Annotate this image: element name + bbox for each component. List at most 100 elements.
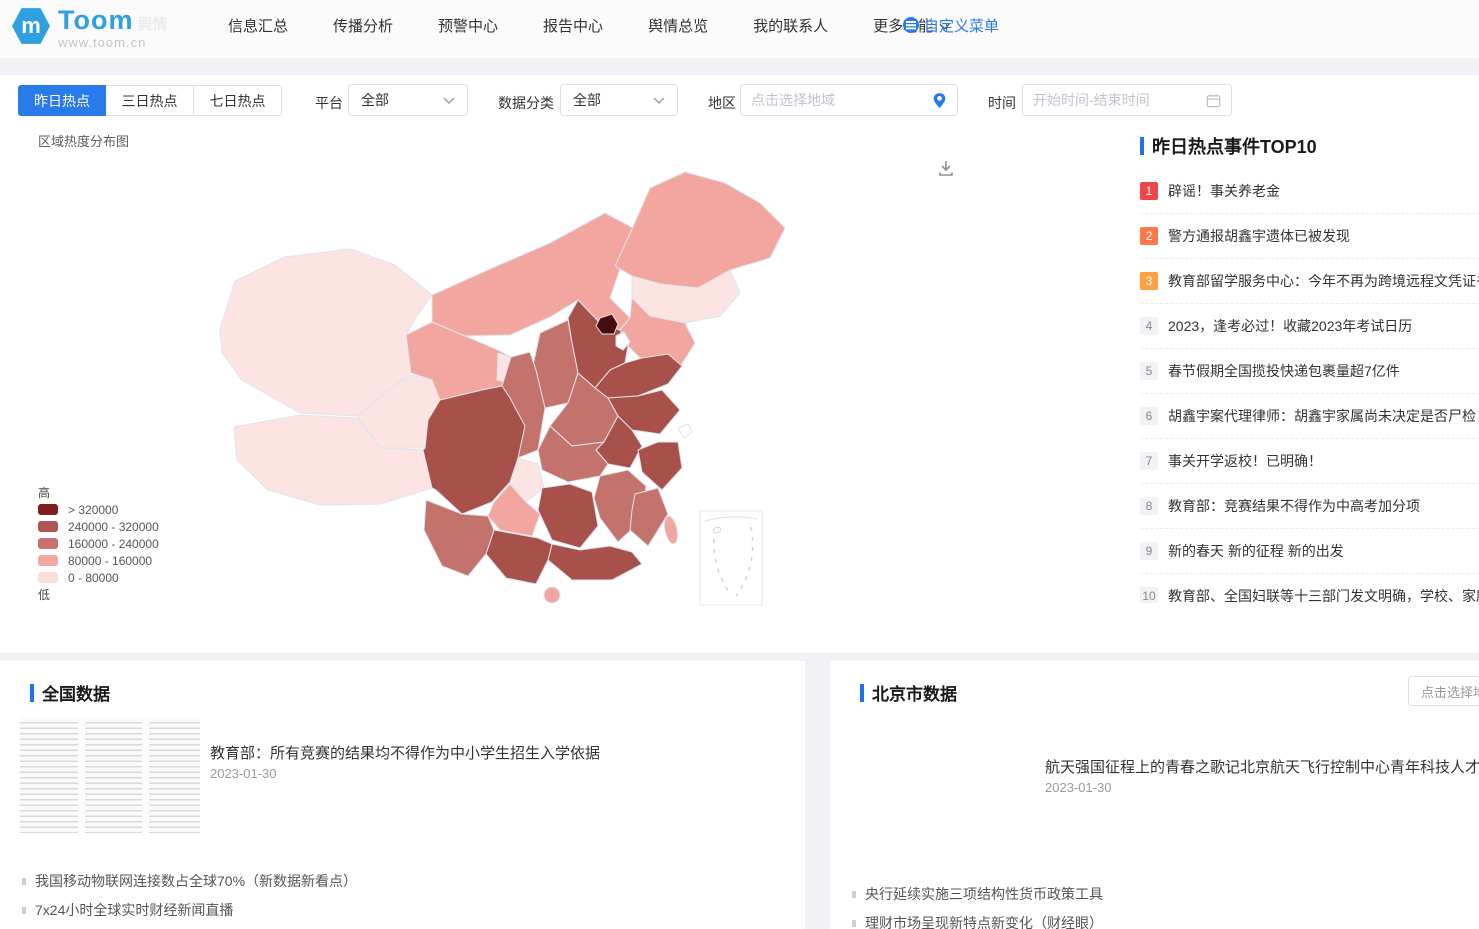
top10-item-text: 教育部留学服务中心：今年不再为跨境远程文凭证书提供认证 [1168,271,1479,291]
top10-item-text: 2023，逢考必过！收藏2023年考试日历 [1168,316,1412,336]
legend-label: 160000 - 240000 [68,537,159,551]
legend-high-label: 高 [38,484,159,501]
top-nav-bar: m Toom舆情 www.toom.cn 信息汇总 传播分析 预警中心 报告中心 舆情总… [0,0,1479,58]
tab-昨日热点[interactable]: 昨日热点 [18,85,106,116]
rank-badge: 8 [1140,497,1158,515]
platform-select[interactable]: 全部 [348,84,468,116]
bullet-icon [852,920,856,927]
province-zhejiang[interactable] [638,442,682,490]
top10-item[interactable]: 5 春节假期全国揽投快递包裹量超7亿件 [1140,349,1479,394]
top10-item[interactable]: 1 辟谣！事关养老金 [1140,169,1479,214]
top10-item[interactable]: 7 事关开学返校！已明确！ [1140,439,1479,484]
tab-七日热点[interactable]: 七日热点 [194,85,282,116]
legend-swatch [38,572,58,583]
platform-label: 平台 [315,93,343,113]
news-list-item[interactable]: 7x24小时全球实时财经新闻直播 [22,900,233,920]
section-accent-bar [860,684,864,702]
brand-name: Toom [58,5,133,35]
top10-title: 昨日热点事件TOP10 [1152,133,1317,159]
national-data-card: 全国数据 教育部：所有竞赛的结果均不得作为中小学生招生入学依据 2023-01-… [0,661,805,929]
top10-item-text: 辟谣！事关养老金 [1168,181,1280,201]
legend-swatch [38,555,58,566]
south-china-sea-inset [700,511,762,605]
period-tabs: 昨日热点三日热点七日热点 [18,85,282,116]
rank-badge: 6 [1140,407,1158,425]
rank-badge: 2 [1140,227,1158,245]
legend-row: 160000 - 240000 [38,535,159,552]
legend-swatch [38,521,58,532]
rank-badge: 5 [1140,362,1158,380]
brand-logo[interactable]: m Toom舆情 www.toom.cn [12,7,168,49]
map-legend: 高 > 320000 240000 - 320000 160000 - 240000… [38,484,159,603]
select-region-button[interactable]: 点击选择地域 [1408,676,1479,706]
nav-item[interactable]: 信息汇总 [228,15,288,36]
article-title[interactable]: 教育部：所有竞赛的结果均不得作为中小学生招生入学依据 [210,742,600,763]
top10-item-text: 教育部、全国妇联等十三部门发文明确，学校、家庭、社会 [1168,586,1479,603]
china-heatmap[interactable] [180,158,800,620]
news-list-item[interactable]: 我国移动物联网连接数占全球70%（新数据新看点） [22,871,357,891]
top10-item[interactable]: 10教育部、全国妇联等十三部门发文明确，学校、家庭、社会 [1140,574,1479,603]
tab-三日热点[interactable]: 三日热点 [106,85,194,116]
province-heilongjiang[interactable] [615,172,785,288]
article-date: 2023-01-30 [210,766,277,781]
beijing-data-card: 北京市数据 点击选择地域 航天强国征程上的青春之歌记北京航天飞行控制中心青年科技… [830,661,1479,929]
top10-item-text: 警方通报胡鑫宇遗体已被发现 [1168,226,1350,246]
legend-label: 240000 - 320000 [68,520,159,534]
legend-label: 0 - 80000 [68,571,119,585]
top10-panel: 昨日热点事件TOP10 1 辟谣！事关养老金 2 警方通报胡鑫宇遗体已被发现 3 教育部留… [1140,133,1479,603]
top10-item-text: 新的春天 新的征程 新的出发 [1168,541,1344,561]
top10-item[interactable]: 8 教育部：竞赛结果不得作为中高考加分项 [1140,484,1479,529]
legend-low-label: 低 [38,586,159,603]
bullet-icon [22,907,26,914]
custom-menu-button[interactable]: 自定义菜单 [903,0,999,50]
top10-item-text: 教育部：竞赛结果不得作为中高考加分项 [1168,496,1420,516]
brand-url: www.toom.cn [58,36,168,49]
region-input[interactable]: 点击选择地域 [740,84,958,116]
category-select[interactable]: 全部 [560,84,678,116]
logo-hexagon-icon: m [12,7,50,45]
nav-item[interactable]: 我的联系人 [753,15,828,36]
nav-item[interactable]: 报告中心 [543,15,603,36]
top10-item[interactable]: 4 2023，逢考必过！收藏2023年考试日历 [1140,304,1479,349]
top10-item[interactable]: 9 新的春天 新的征程 新的出发 [1140,529,1479,574]
nav-item[interactable]: 传播分析 [333,15,393,36]
province-guangxi[interactable] [486,530,552,584]
time-range-input[interactable]: 开始时间-结束时间 [1022,84,1232,116]
beijing-title: 北京市数据 [872,680,957,705]
top10-item[interactable]: 6 胡鑫宇案代理律师：胡鑫宇家属尚未决定是否尸检 [1140,394,1479,439]
province-fujian[interactable] [630,488,668,546]
province-hunan[interactable] [538,484,598,548]
nav-item[interactable]: 预警中心 [438,15,498,36]
category-label: 数据分类 [498,93,554,113]
rank-badge: 7 [1140,452,1158,470]
rank-badge: 1 [1140,182,1158,200]
rank-badge: 9 [1140,542,1158,560]
brand-suffix: 舆情 [137,16,167,33]
nav-item[interactable]: 舆情总览 [648,15,708,36]
article-date: 2023-01-30 [1045,780,1112,795]
rank-badge: 3 [1140,272,1158,290]
article-thumbnail[interactable] [20,718,200,833]
legend-row: > 320000 [38,501,159,518]
rank-badge: 4 [1140,317,1158,335]
province-hainan[interactable] [544,587,560,603]
map-title: 区域热度分布图 [38,131,129,150]
top10-item-text: 事关开学返校！已明确！ [1168,451,1322,471]
top10-item-text: 春节假期全国揽投快递包裹量超7亿件 [1168,361,1400,381]
legend-label: > 320000 [68,503,118,517]
download-icon[interactable] [936,158,956,183]
chevron-down-icon [653,97,665,104]
province-guangdong[interactable] [548,544,642,580]
region-label: 地区 [708,93,736,113]
top10-item-text: 胡鑫宇案代理律师：胡鑫宇家属尚未决定是否尸检 [1168,406,1476,426]
province-taiwan[interactable] [662,515,680,545]
news-list-item[interactable]: 央行延续实施三项结构性货币政策工具 [852,884,1103,904]
top10-item[interactable]: 2 警方通报胡鑫宇遗体已被发现 [1140,214,1479,259]
legend-swatch [38,538,58,549]
news-list-item[interactable]: 理财市场呈现新特点新变化（财经眼） [852,913,1103,929]
article-title[interactable]: 航天强国征程上的青春之歌记北京航天飞行控制中心青年科技人才 [1045,756,1479,777]
national-title: 全国数据 [42,680,110,705]
province-shanghai[interactable] [678,424,692,438]
legend-row: 0 - 80000 [38,569,159,586]
top10-item[interactable]: 3 教育部留学服务中心：今年不再为跨境远程文凭证书提供认证 [1140,259,1479,304]
